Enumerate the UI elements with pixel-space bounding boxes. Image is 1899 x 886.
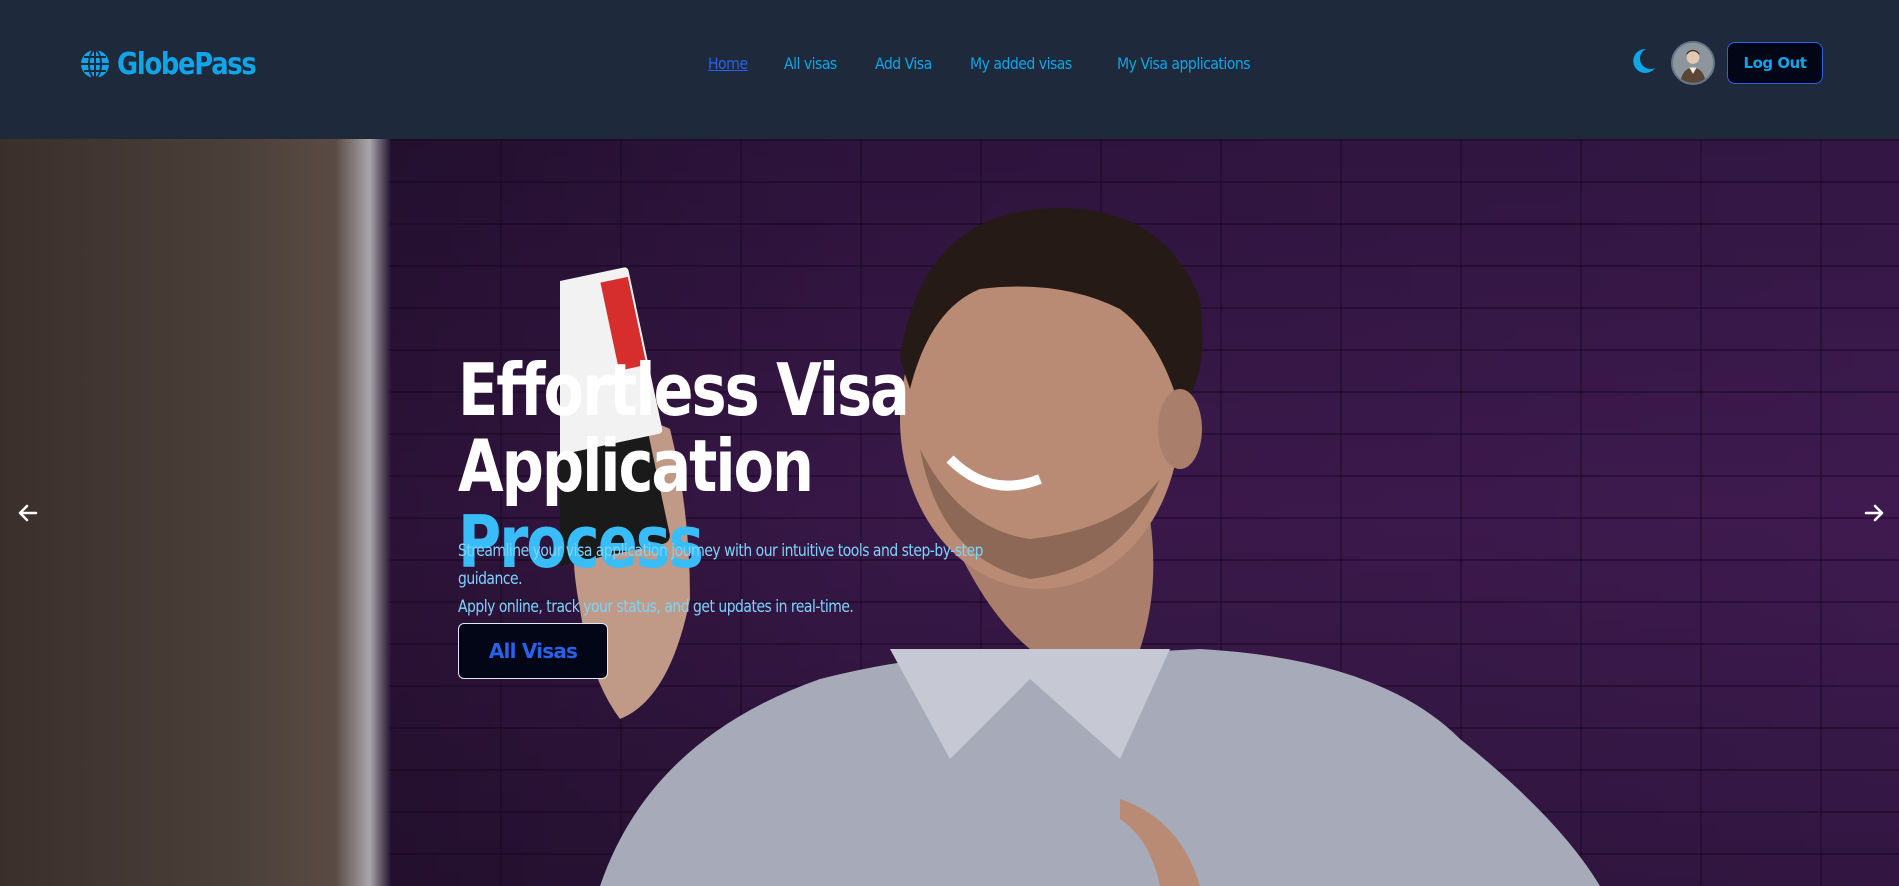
hero-banner: Effortless Visa Application Process Stre… bbox=[0, 139, 1899, 886]
nav-link-my-visa-applications[interactable]: My Visa applications bbox=[1117, 54, 1251, 73]
brand-logo[interactable]: GlobePass bbox=[79, 44, 278, 84]
logout-button[interactable]: Log Out bbox=[1727, 42, 1823, 84]
user-avatar[interactable] bbox=[1671, 41, 1715, 85]
globe-icon bbox=[79, 48, 111, 80]
hero-title-line1: Effortless Visa bbox=[458, 348, 910, 432]
all-visas-button[interactable]: All Visas bbox=[458, 623, 608, 679]
arrow-left-icon[interactable] bbox=[16, 501, 40, 525]
moon-icon[interactable] bbox=[1629, 46, 1657, 76]
nav-link-add-visa[interactable]: Add Visa bbox=[875, 54, 932, 73]
hero-subtitle-line1: Streamline your visa application journey… bbox=[458, 541, 983, 589]
nav-link-my-added-visas[interactable]: My added visas bbox=[970, 54, 1072, 73]
main-nav: Home All visas Add Visa My added visas M… bbox=[708, 52, 1268, 74]
nav-link-all-visas[interactable]: All visas bbox=[784, 54, 837, 73]
hero-subtitle-line2: Apply online, track your status, and get… bbox=[458, 597, 854, 617]
navbar: GlobePass Home All visas Add Visa My add… bbox=[0, 0, 1899, 139]
nav-link-home[interactable]: Home bbox=[708, 54, 748, 73]
brand-name: GlobePass bbox=[117, 46, 257, 82]
hero-monitor-edge bbox=[0, 139, 430, 886]
hero-subtitle: Streamline your visa application journey… bbox=[458, 537, 1032, 621]
arrow-right-icon[interactable] bbox=[1862, 501, 1886, 525]
hero-title-line2: Application bbox=[458, 424, 814, 508]
